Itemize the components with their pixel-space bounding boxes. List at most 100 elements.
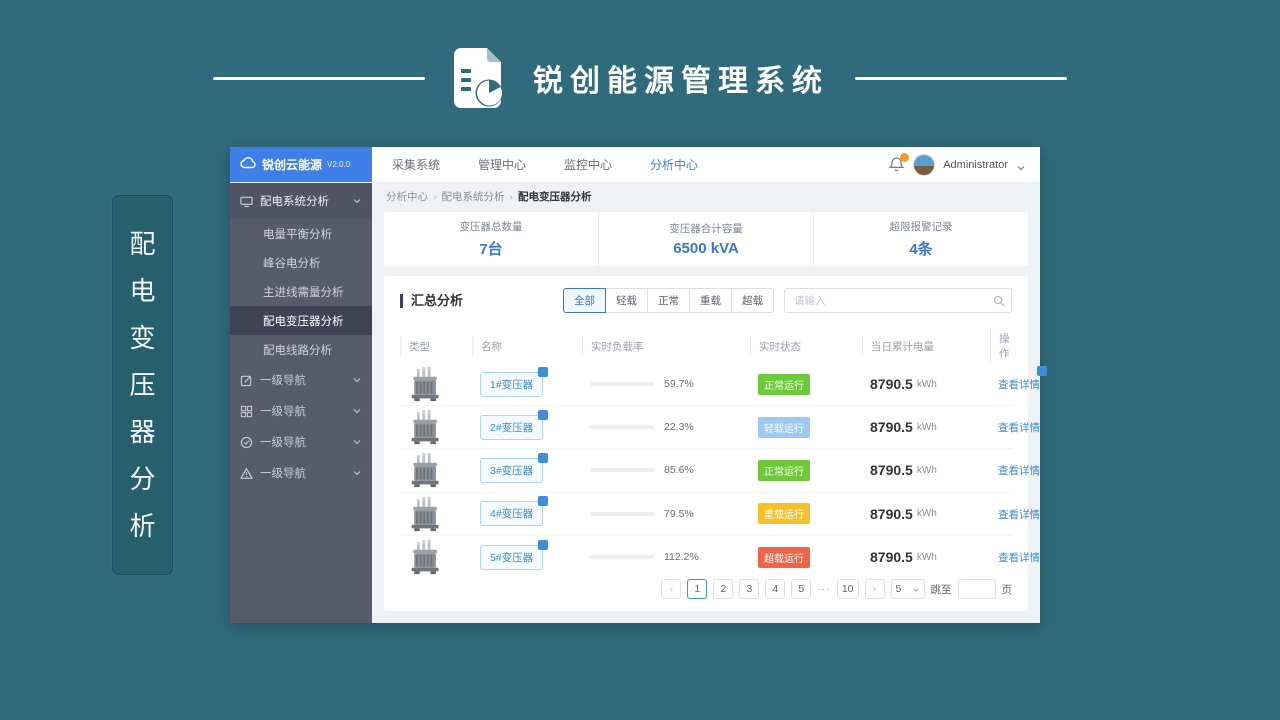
- transformer-name-button[interactable]: 5#变压器: [480, 544, 544, 570]
- top-nav-item[interactable]: 分析中心: [650, 156, 698, 173]
- energy-value: 8790.5: [870, 505, 913, 522]
- check-circle-icon: [240, 436, 253, 449]
- top-nav-item[interactable]: 采集系统: [392, 156, 440, 173]
- search-icon: [993, 294, 1005, 307]
- banner-char: 分: [129, 464, 156, 494]
- search-input[interactable]: [784, 288, 1012, 313]
- transformer-name-button[interactable]: 4#变压器: [480, 501, 544, 527]
- sidebar-parent-item[interactable]: 配电系统分析: [230, 183, 372, 219]
- app-logo[interactable]: 锐创云能源 V2.0.0: [230, 147, 372, 182]
- sidebar-sub-item[interactable]: 峰谷电分析: [230, 248, 372, 277]
- view-details-link[interactable]: 查看详情: [998, 552, 1040, 564]
- table-header-cell: 操作: [990, 329, 1012, 363]
- stat-label: 变压器总数量: [459, 221, 523, 233]
- summary-panel: 汇总分析 全部 轻载 正常 重载 超载 请输入 类型 名称 实时负载率 实时状态…: [384, 276, 1047, 611]
- sidebar: 配电系统分析电量平衡分析 峰谷电分析 主进线需量分析 配电变压器分析 配电线路分析 一级导…: [230, 183, 372, 623]
- sidebar-sub-item[interactable]: 配电线路分析: [230, 335, 372, 364]
- pagination-page-button[interactable]: 2: [713, 579, 734, 599]
- status-badge: 正常运行: [758, 459, 810, 481]
- filter-button[interactable]: 重载: [689, 288, 732, 313]
- view-details-link[interactable]: 查看详情: [998, 509, 1040, 521]
- transformer-name-button[interactable]: 2#变压器: [480, 414, 544, 440]
- main-content: 分析中心 › 配电系统分析 › 配电变压器分析 变压器总数量 7台 变压器合计容量 6500 …: [372, 183, 1047, 623]
- status-badge: 重载运行: [758, 503, 810, 525]
- pagination-page-button[interactable]: 4: [765, 579, 786, 599]
- chevron-down-icon: [352, 468, 362, 478]
- transformer-image: [400, 409, 472, 445]
- sidebar-level1-item[interactable]: 一级导航: [230, 427, 372, 457]
- chevron-down-icon[interactable]: [1016, 160, 1026, 170]
- load-progress-bar: [590, 425, 654, 430]
- banner-char: 压: [129, 370, 156, 400]
- sidebar-level1-item[interactable]: 一级导航: [230, 458, 372, 488]
- view-details-link[interactable]: 查看详情: [998, 379, 1040, 391]
- notification-badge: [900, 152, 910, 162]
- breadcrumb-separator: ›: [433, 190, 437, 203]
- top-nav-item[interactable]: 管理中心: [478, 156, 526, 173]
- stat-item: 变压器总数量 7台: [384, 212, 598, 266]
- transformer-name-button[interactable]: 3#变压器: [480, 457, 544, 483]
- page-suffix-label: 页: [1001, 583, 1013, 596]
- sidebar-parent-label: 配电系统分析: [260, 196, 329, 208]
- table-row: 3#变压器 85.6% 正常运行 8790.5 kWh 查看详情: [400, 449, 1040, 493]
- table-header-cell: 类型: [400, 336, 472, 356]
- load-progress-bar: [590, 382, 654, 387]
- breadcrumb-item[interactable]: 配电系统分析: [442, 189, 505, 204]
- filter-button[interactable]: 超载: [731, 288, 774, 313]
- avatar[interactable]: [913, 153, 936, 176]
- name-corner-badge-icon: [538, 539, 549, 550]
- pagination-page-button[interactable]: 10: [836, 579, 859, 599]
- status-badge: 正常运行: [758, 373, 810, 395]
- breadcrumb-separator: ›: [509, 190, 514, 203]
- load-percentage: 22.3%: [664, 421, 694, 434]
- pagination-ellipsis[interactable]: ···: [817, 583, 831, 595]
- view-details-link[interactable]: 查看详情: [998, 465, 1040, 477]
- top-nav-item[interactable]: 监控中心: [564, 156, 612, 173]
- table-header-cell: 实时状态: [750, 336, 862, 356]
- pagination-page-button[interactable]: 3: [739, 579, 760, 599]
- table-row: 2#变压器 22.3% 轻载运行 8790.5 kWh 查看详情: [400, 406, 1040, 450]
- load-progress-bar: [590, 511, 654, 516]
- section-title: 汇总分析: [400, 293, 463, 308]
- pagination-prev-button[interactable]: ‹: [661, 579, 682, 599]
- load-progress-bar: [590, 468, 654, 473]
- page-size-select[interactable]: 5: [890, 579, 925, 599]
- filter-button[interactable]: 轻载: [605, 288, 648, 313]
- stat-value: 7台: [479, 241, 503, 258]
- pagination-page-button[interactable]: 1: [687, 579, 708, 599]
- sidebar-sub-item[interactable]: 电量平衡分析: [230, 219, 372, 248]
- top-nav: 采集系统 管理中心 监控中心 分析中心: [372, 147, 889, 182]
- banner-char: 电: [129, 276, 156, 306]
- app-window: 锐创云能源 V2.0.0 采集系统 管理中心 监控中心 分析中心 Administra…: [230, 147, 1047, 623]
- view-details-link[interactable]: 查看详情: [998, 422, 1040, 434]
- filter-button-group: 全部 轻载 正常 重载 超载: [563, 288, 774, 313]
- edit-icon: [240, 374, 253, 387]
- chevron-down-icon: [912, 585, 920, 593]
- filter-button[interactable]: 正常: [647, 288, 690, 313]
- banner-char: 变: [129, 323, 156, 353]
- energy-value: 8790.5: [870, 462, 913, 479]
- notification-bell-icon[interactable]: [888, 152, 910, 174]
- username[interactable]: Administrator: [943, 159, 1008, 171]
- sidebar-level1-item[interactable]: 一级导航: [230, 365, 372, 395]
- energy-value: 8790.5: [870, 419, 913, 436]
- app-topbar: 锐创云能源 V2.0.0 采集系统 管理中心 监控中心 分析中心 Administra…: [230, 147, 1040, 183]
- cloud-icon: [240, 156, 257, 174]
- pagination-next-button[interactable]: ›: [864, 579, 885, 599]
- breadcrumb-item[interactable]: 分析中心: [386, 189, 428, 204]
- filter-button[interactable]: 全部: [563, 288, 606, 313]
- load-percentage: 59.7%: [664, 378, 694, 391]
- jump-page-input[interactable]: [957, 579, 996, 599]
- energy-value: 8790.5: [870, 376, 913, 393]
- stat-label: 超限报警记录: [889, 221, 953, 233]
- banner-char: 配: [129, 229, 156, 259]
- sidebar-sub-item[interactable]: 配电变压器分析: [230, 306, 372, 335]
- pagination-page-button[interactable]: 5: [791, 579, 812, 599]
- transformer-name-button[interactable]: 1#变压器: [480, 371, 544, 397]
- table-body: 1#变压器 59.7% 正常运行 8790.5 kWh 查看详情 2#变压器 22.3% 轻载运…: [400, 363, 1047, 579]
- sidebar-sub-item[interactable]: 主进线需量分析: [230, 277, 372, 306]
- decorative-line-left: [213, 76, 425, 80]
- energy-unit: kWh: [916, 464, 937, 476]
- sidebar-level1-item[interactable]: 一级导航: [230, 396, 372, 426]
- transformer-image: [400, 539, 472, 575]
